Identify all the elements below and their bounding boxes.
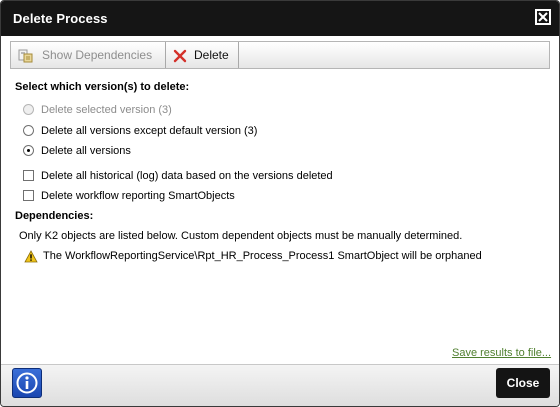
delete-label: Delete — [194, 48, 229, 62]
radio-delete-selected-version[interactable] — [23, 104, 34, 115]
dialog-footer: Close — [1, 364, 559, 406]
radio-label: Delete selected version (3) — [41, 104, 172, 116]
toolbar-separator — [238, 42, 239, 68]
show-dependencies-button[interactable]: Show Dependencies — [11, 42, 165, 68]
dependencies-icon — [18, 47, 34, 63]
delete-x-icon — [172, 47, 188, 63]
dependencies-note: Only K2 objects are listed below. Custom… — [19, 230, 463, 242]
dialog-titlebar: Delete Process — [1, 1, 559, 36]
delete-button[interactable]: Delete — [166, 42, 238, 68]
radio-label: Delete all versions — [41, 145, 131, 157]
checkbox-label: Delete all historical (log) data based o… — [41, 170, 333, 182]
checkbox-delete-historical-data[interactable] — [23, 170, 34, 181]
radio-label: Delete all versions except default versi… — [41, 125, 258, 137]
save-results-link[interactable]: Save results to file... — [452, 347, 551, 359]
info-icon — [16, 372, 38, 394]
show-dependencies-label: Show Dependencies — [42, 48, 153, 62]
delete-process-dialog: Delete Process Show Dependencies Delete … — [0, 0, 560, 407]
radio-delete-all-except-default[interactable] — [23, 125, 34, 136]
dependencies-heading: Dependencies: — [15, 210, 94, 222]
info-button[interactable] — [12, 368, 42, 398]
radio-selected-dot — [27, 149, 30, 152]
radio-delete-all-versions[interactable] — [23, 145, 34, 156]
dialog-title: Delete Process — [13, 11, 108, 26]
checkbox-delete-reporting-smartobjects[interactable] — [23, 190, 34, 201]
close-icon[interactable] — [535, 9, 551, 25]
dependency-item: The WorkflowReportingService\Rpt_HR_Proc… — [43, 250, 482, 262]
toolbar: Show Dependencies Delete — [10, 41, 550, 69]
close-button[interactable]: Close — [496, 368, 550, 398]
warning-icon — [24, 250, 38, 263]
versions-heading: Select which version(s) to delete: — [15, 81, 190, 93]
checkbox-label: Delete workflow reporting SmartObjects — [41, 190, 235, 202]
